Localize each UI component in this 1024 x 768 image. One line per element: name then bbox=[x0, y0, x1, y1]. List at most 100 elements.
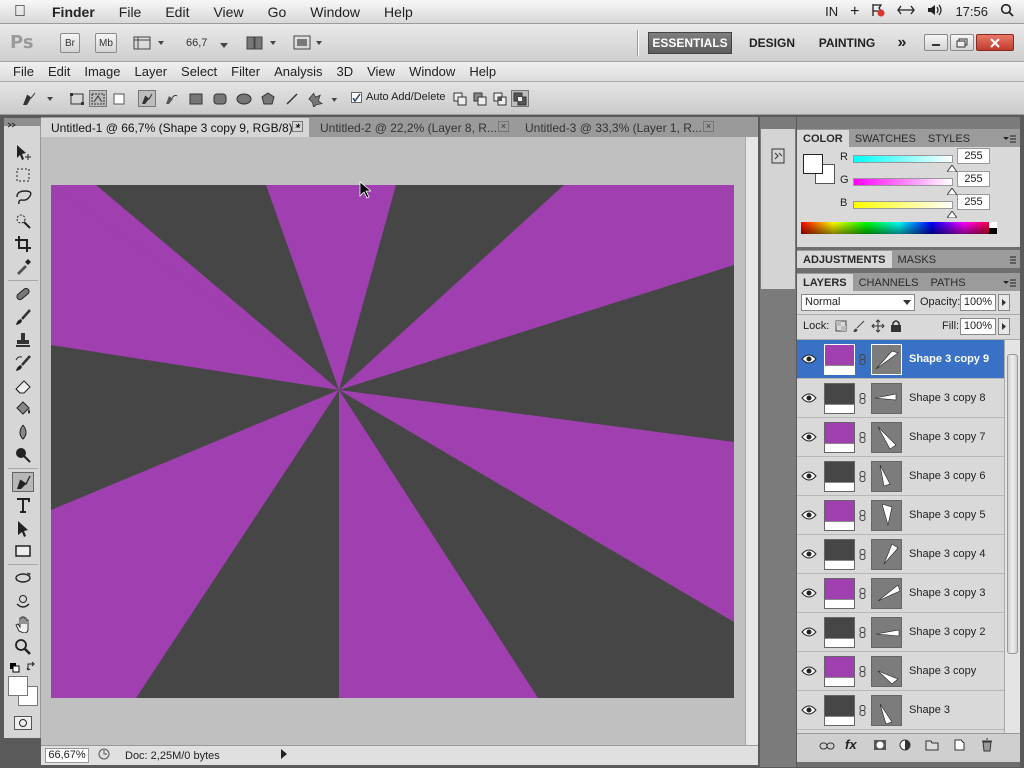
view-extras-icon[interactable] bbox=[132, 34, 166, 52]
blue-slider[interactable] bbox=[853, 201, 953, 209]
zoom-dropdown-icon[interactable] bbox=[220, 38, 228, 52]
paths-mode-icon[interactable] bbox=[89, 90, 107, 107]
layer-row[interactable]: Shape 3 copy 9 bbox=[797, 340, 1004, 379]
chain-link-icon[interactable] bbox=[859, 549, 866, 560]
visibility-eye-icon[interactable] bbox=[801, 703, 817, 717]
menu-analysis[interactable]: Analysis bbox=[267, 64, 329, 79]
sunburst-artwork[interactable] bbox=[51, 185, 734, 698]
crop-tool-icon[interactable] bbox=[12, 234, 34, 254]
path-selection-tool-icon[interactable] bbox=[12, 518, 34, 538]
healing-brush-tool-icon[interactable] bbox=[12, 284, 34, 304]
mac-menu-file[interactable]: File bbox=[107, 4, 154, 20]
shape-layers-icon[interactable] bbox=[68, 90, 86, 107]
line-shape-icon[interactable] bbox=[283, 90, 301, 107]
foreground-color-swatch[interactable] bbox=[8, 676, 28, 696]
red-slider[interactable] bbox=[853, 155, 953, 163]
type-tool-icon[interactable] bbox=[12, 495, 34, 515]
more-workspaces-icon[interactable]: » bbox=[890, 32, 914, 54]
clone-stamp-tool-icon[interactable] bbox=[12, 330, 34, 350]
volume-icon[interactable] bbox=[927, 4, 943, 19]
launch-bridge-button[interactable]: Br bbox=[60, 33, 80, 53]
chain-link-icon[interactable] bbox=[859, 666, 866, 677]
tab-adjustments[interactable]: ADJUSTMENTS bbox=[797, 251, 892, 268]
layer-list-scrollbar[interactable] bbox=[1004, 340, 1020, 733]
black-swatch[interactable] bbox=[989, 228, 997, 234]
tab-channels[interactable]: CHANNELS bbox=[853, 274, 925, 291]
visibility-eye-icon[interactable] bbox=[801, 625, 817, 639]
history-panel-icon[interactable] bbox=[769, 147, 787, 168]
chain-link-icon[interactable] bbox=[859, 588, 866, 599]
close-icon[interactable] bbox=[976, 34, 1014, 51]
green-slider[interactable] bbox=[853, 178, 953, 186]
screen-mode-icon[interactable] bbox=[292, 34, 326, 52]
launch-mini-bridge-button[interactable]: Mb bbox=[95, 33, 117, 53]
layer-row[interactable]: Shape 3 bbox=[797, 691, 1004, 730]
visibility-eye-icon[interactable] bbox=[801, 586, 817, 600]
layer-row[interactable]: Shape 3 copy 3 bbox=[797, 574, 1004, 613]
layer-row[interactable]: Shape 3 copy 4 bbox=[797, 535, 1004, 574]
freeform-pen-icon[interactable] bbox=[162, 90, 180, 107]
vector-mask-thumbnail[interactable] bbox=[871, 422, 902, 453]
visibility-eye-icon[interactable] bbox=[801, 430, 817, 444]
combine-exclude-icon[interactable] bbox=[511, 90, 529, 107]
work-icon[interactable] bbox=[97, 747, 111, 764]
add-mask-icon[interactable] bbox=[873, 739, 887, 754]
color-spectrum-ramp[interactable] bbox=[801, 222, 997, 234]
pen-tool-option-icon[interactable] bbox=[138, 90, 156, 107]
vector-mask-thumbnail[interactable] bbox=[871, 383, 902, 414]
dodge-tool-icon[interactable] bbox=[12, 445, 34, 465]
chain-link-icon[interactable] bbox=[859, 393, 866, 404]
auto-add-delete-checkbox[interactable] bbox=[351, 91, 362, 103]
menu-window[interactable]: Window bbox=[402, 64, 462, 79]
lasso-tool-icon[interactable] bbox=[12, 188, 34, 208]
chain-link-icon[interactable] bbox=[859, 510, 866, 521]
vector-mask-thumbnail[interactable] bbox=[871, 461, 902, 492]
eyedropper-tool-icon[interactable] bbox=[12, 257, 34, 277]
quick-mask-icon[interactable] bbox=[14, 716, 32, 730]
flag-icon[interactable] bbox=[871, 3, 885, 20]
restore-icon[interactable] bbox=[950, 34, 974, 51]
history-brush-tool-icon[interactable] bbox=[12, 353, 34, 373]
auto-add-delete-option[interactable]: Auto Add/Delete bbox=[351, 91, 446, 103]
eraser-tool-icon[interactable] bbox=[12, 376, 34, 396]
chain-link-icon[interactable] bbox=[859, 705, 866, 716]
menu-select[interactable]: Select bbox=[174, 64, 224, 79]
visibility-eye-icon[interactable] bbox=[801, 469, 817, 483]
link-layers-icon[interactable] bbox=[819, 740, 835, 754]
menu-layer[interactable]: Layer bbox=[128, 64, 175, 79]
workspace-essentials-button[interactable]: ESSENTIALS bbox=[648, 32, 732, 54]
arrange-documents-icon[interactable] bbox=[246, 34, 280, 52]
3d-rotate-tool-icon[interactable] bbox=[12, 568, 34, 588]
menu-3d[interactable]: 3D bbox=[329, 64, 360, 79]
mac-menu-window[interactable]: Window bbox=[298, 4, 372, 20]
canvas-vertical-scrollbar[interactable] bbox=[745, 137, 758, 745]
marquee-tool-icon[interactable] bbox=[12, 165, 34, 185]
document-canvas-area[interactable] bbox=[41, 137, 745, 745]
ellipse-shape-icon[interactable] bbox=[235, 90, 253, 107]
panel-menu-icon[interactable] bbox=[1002, 255, 1020, 268]
tab-swatches[interactable]: SWATCHES bbox=[849, 130, 922, 147]
lock-image-pixels-icon[interactable] bbox=[853, 320, 865, 335]
chain-link-icon[interactable] bbox=[859, 354, 866, 365]
chain-link-icon[interactable] bbox=[859, 432, 866, 443]
combine-add-icon[interactable] bbox=[451, 90, 469, 107]
tab-untitled-3[interactable]: Untitled-3 @ 33,3% (Layer 1, R... × bbox=[515, 118, 720, 137]
close-tab-icon[interactable]: × bbox=[292, 121, 303, 132]
workspace-design-button[interactable]: DESIGN bbox=[742, 32, 802, 54]
combine-intersect-icon[interactable] bbox=[491, 90, 509, 107]
tool-preset-picker-icon[interactable] bbox=[20, 90, 56, 108]
close-tab-icon[interactable]: × bbox=[703, 121, 714, 132]
visibility-eye-icon[interactable] bbox=[801, 508, 817, 522]
tab-paths[interactable]: PATHS bbox=[925, 274, 972, 291]
toolbox-header[interactable] bbox=[4, 118, 41, 128]
layer-row[interactable]: Shape 3 copy 5 bbox=[797, 496, 1004, 535]
pen-tool-icon[interactable] bbox=[12, 472, 34, 492]
tab-masks[interactable]: MASKS bbox=[892, 251, 943, 268]
tab-untitled-1[interactable]: Untitled-1 @ 66,7% (Shape 3 copy 9, RGB/… bbox=[41, 118, 309, 137]
layer-row[interactable]: Shape 3 copy 8 bbox=[797, 379, 1004, 418]
blue-slider-thumb[interactable] bbox=[946, 207, 958, 221]
paint-bucket-tool-icon[interactable] bbox=[12, 399, 34, 419]
menu-image[interactable]: Image bbox=[77, 64, 127, 79]
panel-menu-icon[interactable] bbox=[1002, 278, 1020, 291]
red-slider-thumb[interactable] bbox=[946, 161, 958, 175]
